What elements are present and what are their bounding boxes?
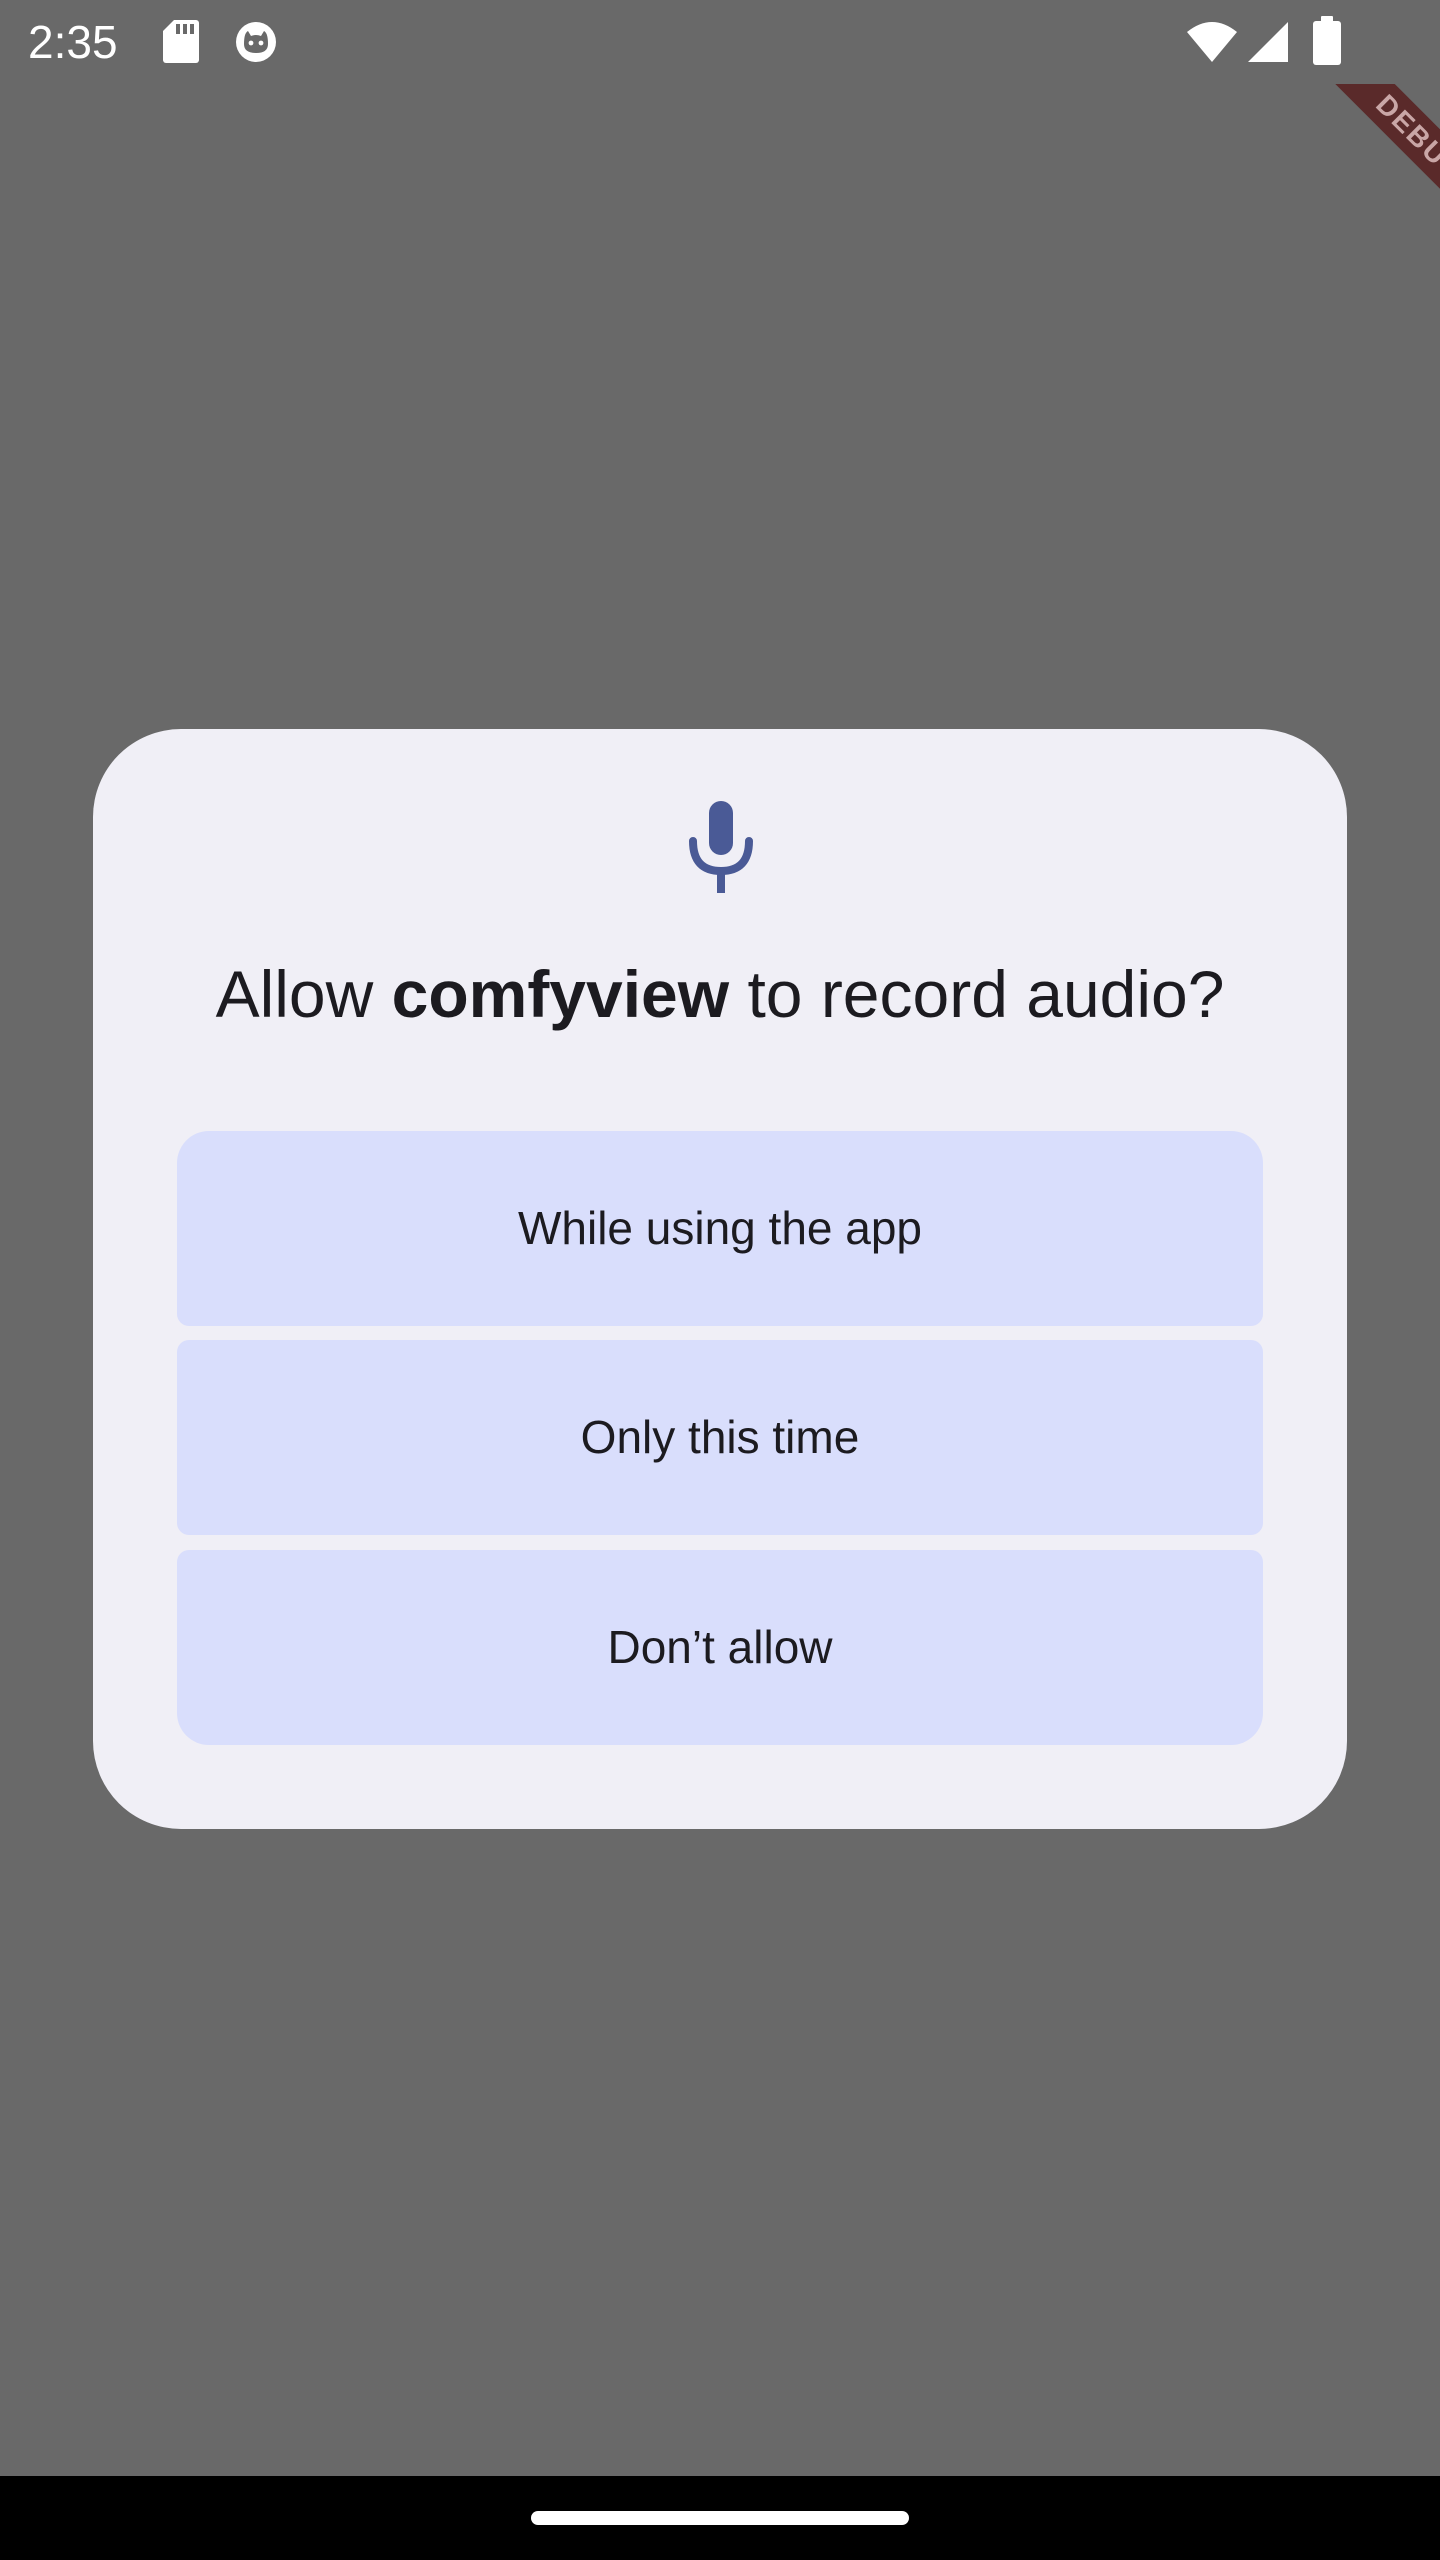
title-suffix: to record audio? [729,957,1225,1031]
battery-icon [1313,16,1341,65]
debug-banner: DEBUG [1320,84,1440,204]
navigation-bar [0,2476,1440,2560]
only-this-time-button[interactable]: Only this time [177,1340,1263,1535]
dont-allow-button[interactable]: Don’t allow [177,1550,1263,1745]
app-name: comfyview [391,957,730,1031]
microphone-icon [689,801,753,893]
home-gesture-handle[interactable] [531,2511,909,2525]
status-time: 2:35 [28,16,118,68]
wifi-icon [1187,22,1237,62]
debug-banner-label: DEBUG [1327,84,1440,204]
sd-card-icon [163,20,199,63]
while-using-app-button[interactable]: While using the app [177,1131,1263,1326]
title-prefix: Allow [215,957,392,1031]
permission-dialog: Allow comfyview to record audio? While u… [93,729,1347,1829]
cat-notification-icon [236,22,276,62]
status-bar: 2:35 [0,0,1440,84]
dialog-title: Allow comfyview to record audio? [93,954,1347,1034]
cell-signal-icon [1248,22,1288,62]
